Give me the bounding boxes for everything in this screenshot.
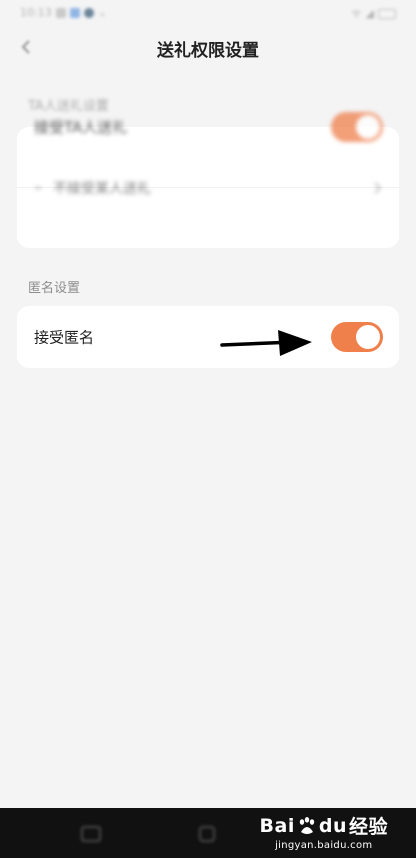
baidu-paw-icon [299,816,315,834]
bullet-icon [35,187,41,189]
accept-anonymous-row[interactable]: 接受匿名 [17,306,399,368]
accept-anonymous-toggle[interactable] [331,322,383,352]
accept-anonymous-label: 接受匿名 [34,328,95,347]
accept-ta-gift-label: 接受TA人送礼 [34,118,128,137]
notification-icon [55,7,66,18]
exclude-gift-row[interactable]: 不接受某人送礼 [17,181,399,248]
arrow-annotation-icon [220,330,312,356]
wifi-icon: ᯤ [351,7,362,20]
status-time: 10:13 [20,6,52,19]
exclude-gift-label: 不接受某人送礼 [53,181,151,197]
accept-ta-gift-toggle[interactable] [331,112,383,142]
watermark-brand-right: 经验 [348,816,388,838]
anonymous-settings-card: 接受匿名 [17,306,399,368]
app-icon [83,7,94,18]
home-icon[interactable] [198,825,216,843]
section-label-anonymous: 匿名设置 [28,281,81,296]
toggle-knob [356,115,380,139]
battery-icon [378,8,396,19]
page-title: 送礼权限设置 [157,41,259,61]
nav-bar: 送礼权限设置 [0,26,416,70]
ta-gift-settings-card: 接受TA人送礼 不接受某人送礼 [17,112,399,248]
watermark-brand-mid: du [318,814,347,837]
baidu-jingyan-watermark: Bai du 经验 jingyan.baidu.com [260,812,388,852]
menu-icon[interactable] [81,826,101,842]
status-bar: 10:13 ⌄ ᯤ ◢ [0,0,416,24]
section-label-ta-gift: TA人送礼设置 [28,99,109,114]
chevron-down-icon: ⌄ [97,6,107,19]
toggle-knob [356,325,380,349]
watermark-brand: Bai du 经验 [260,812,388,839]
watermark-brand-left: Bai [259,814,295,837]
chevron-right-icon [374,182,382,194]
system-nav-bar: Bai du 经验 jingyan.baidu.com [0,808,416,858]
app-icon [69,7,80,18]
watermark-url: jingyan.baidu.com [275,840,373,851]
signal-icon: ◢ [365,7,374,20]
